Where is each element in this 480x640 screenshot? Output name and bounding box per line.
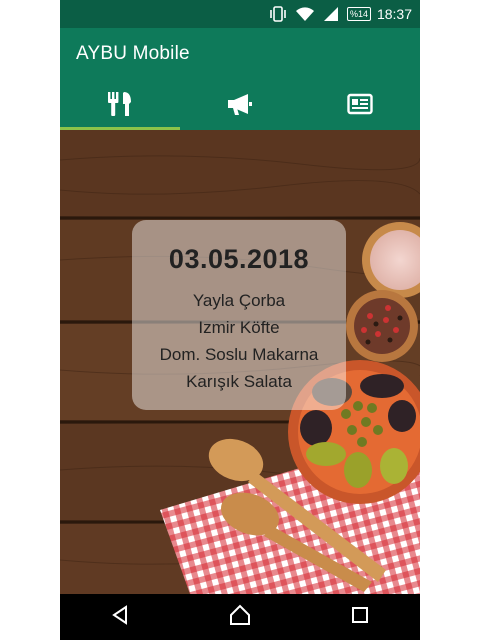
wifi-icon xyxy=(295,6,315,22)
menu-item: Izmir Köfte xyxy=(198,318,280,337)
recents-button[interactable] xyxy=(340,597,380,637)
menu-items: Yayla Çorba Izmir Köfte Dom. Soslu Makar… xyxy=(132,287,346,395)
megaphone-icon xyxy=(226,92,254,121)
clock-time: 18:37 xyxy=(376,6,412,22)
recents-icon xyxy=(351,606,369,629)
app-title: AYBU Mobile xyxy=(76,43,190,64)
daily-menu-card: 03.05.2018 Yayla Çorba Izmir Köfte Dom. … xyxy=(132,220,346,410)
back-icon xyxy=(111,604,129,630)
menu-item: Dom. Soslu Makarna xyxy=(159,345,319,364)
menu-content: 03.05.2018 Yayla Çorba Izmir Köfte Dom. … xyxy=(60,130,420,594)
home-icon xyxy=(229,604,251,631)
restaurant-icon xyxy=(107,91,133,121)
home-button[interactable] xyxy=(220,597,260,637)
menu-item: Karışık Salata xyxy=(186,372,292,391)
app-bar: AYBU Mobile xyxy=(60,28,420,82)
news-icon xyxy=(347,93,373,120)
navigation-bar xyxy=(60,594,420,640)
vibrate-icon xyxy=(269,6,287,22)
tab-bar xyxy=(60,82,420,130)
tab-menu[interactable] xyxy=(60,82,180,130)
battery-icon: %14 xyxy=(346,7,371,21)
menu-date: 03.05.2018 xyxy=(168,244,310,274)
signal-icon xyxy=(323,6,339,22)
tab-news[interactable] xyxy=(300,82,420,130)
tab-announcements[interactable] xyxy=(180,82,300,130)
back-button[interactable] xyxy=(100,597,140,637)
phone-screen: %14 18:37 AYBU Mobile 03.05.2018 Yayla Ç… xyxy=(60,0,420,640)
status-bar: %14 18:37 xyxy=(60,0,420,28)
menu-item: Yayla Çorba xyxy=(192,291,286,310)
